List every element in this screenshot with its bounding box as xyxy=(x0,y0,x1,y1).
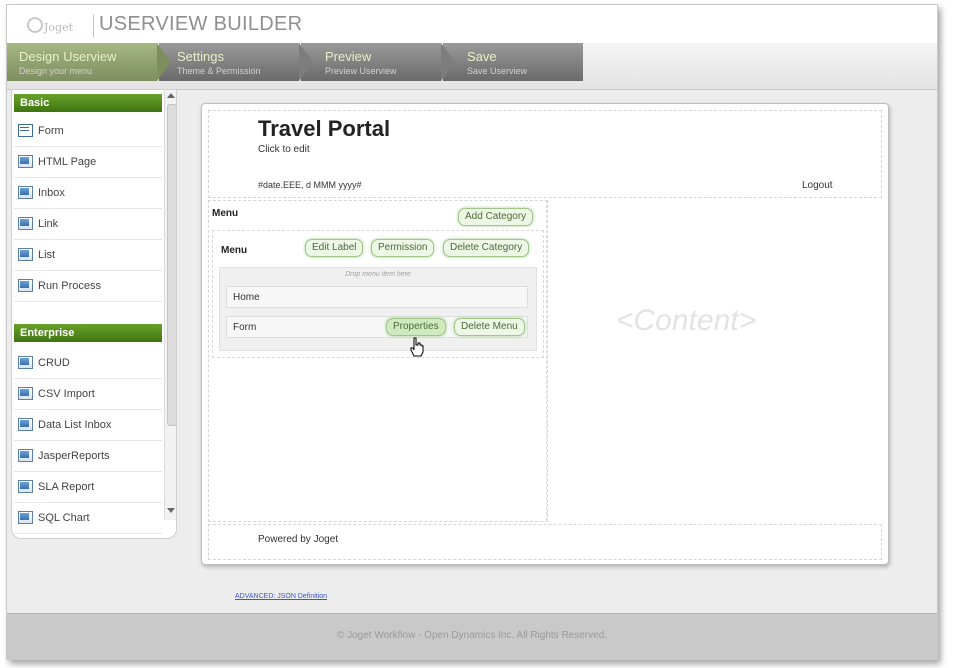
advanced-json-link[interactable]: ADVANCED: JSON Definition xyxy=(235,593,327,600)
page-icon xyxy=(18,155,33,168)
page-icon xyxy=(18,217,33,230)
copyright-text: © Joget Workflow - Open Dynamics Inc. Al… xyxy=(336,630,608,641)
palette-item-label: CSV Import xyxy=(38,388,95,400)
drop-hint: Drop menu item here xyxy=(345,271,411,278)
category-label[interactable]: Menu xyxy=(221,245,247,256)
click-to-edit-hint: Click to edit xyxy=(258,144,310,155)
palette-item-label: Link xyxy=(38,218,59,230)
palette-item-data-list-inbox[interactable]: Data List Inbox xyxy=(14,410,162,441)
step-title: Design Userview xyxy=(19,49,117,64)
palette-category-enterprise: Enterprise xyxy=(14,324,162,342)
palette-item-list[interactable]: List xyxy=(14,240,162,271)
step-subtitle: Preview Userview xyxy=(325,66,397,76)
palette-item-run-process[interactable]: Run Process xyxy=(14,271,162,302)
palette-item-label: Inbox xyxy=(38,187,65,199)
palette-item-csv-import[interactable]: CSV Import xyxy=(14,379,162,410)
step-title: Settings xyxy=(177,49,224,64)
palette-scrollbar[interactable] xyxy=(164,90,176,520)
add-category-button[interactable]: Add Category xyxy=(458,208,534,226)
title-bar: Joget USERVIEW BUILDER xyxy=(7,5,937,43)
scrollbar-thumb[interactable] xyxy=(167,104,176,426)
step-subtitle: Save Userview xyxy=(467,66,528,76)
palette-item-sla-report[interactable]: SLA Report xyxy=(14,472,162,503)
logo-text: Joget xyxy=(44,21,74,34)
palette-item-html-page[interactable]: HTML Page xyxy=(14,147,162,178)
palette-item-label: JasperReports xyxy=(38,450,110,462)
content-divider xyxy=(546,200,548,520)
hand-cursor-icon xyxy=(410,337,424,357)
palette-item-inbox[interactable]: Inbox xyxy=(14,178,162,209)
palette-item-label: Run Process xyxy=(38,280,101,292)
step-arrow-icon xyxy=(157,43,171,81)
step-subtitle: Design your menu xyxy=(19,66,93,76)
menu-drop-zone[interactable]: Drop menu item here Home Form Properties… xyxy=(219,267,537,351)
permission-button[interactable]: Permission xyxy=(371,239,435,257)
delete-category-button[interactable]: Delete Category xyxy=(443,239,530,257)
step-preview[interactable]: Preview Preview Userview xyxy=(301,43,455,81)
palette-item-label: SLA Report xyxy=(38,481,95,493)
menu-heading: Menu xyxy=(212,208,239,219)
step-subtitle: Theme & Permission xyxy=(177,66,261,76)
palette-category-basic: Basic xyxy=(14,94,162,112)
userview-canvas: Travel Portal Click to edit #date.EEE, d… xyxy=(201,103,889,565)
palette-item-link[interactable]: Link xyxy=(14,209,162,240)
palette-item-sql-chart[interactable]: SQL Chart xyxy=(14,503,162,534)
app-title: USERVIEW BUILDER xyxy=(99,13,303,35)
step-settings[interactable]: Settings Theme & Permission xyxy=(159,43,313,81)
palette-item-label: Data List Inbox xyxy=(38,419,112,431)
palette-item-label: HTML Page xyxy=(38,156,97,168)
delete-menu-button[interactable]: Delete Menu xyxy=(454,318,525,336)
scroll-up-icon[interactable] xyxy=(167,93,175,98)
powered-by-text: Powered by Joget xyxy=(258,534,339,545)
wizard-steps: Design Userview Design your menu Setting… xyxy=(7,43,937,90)
page-icon xyxy=(18,279,33,292)
step-arrow-icon xyxy=(441,43,455,81)
palette-item-form[interactable]: Form xyxy=(14,116,162,147)
element-palette: Basic Form HTML Page Inbox Link List Run… xyxy=(11,89,177,539)
step-save[interactable]: Save Save Userview xyxy=(443,43,583,81)
page-icon xyxy=(18,511,33,524)
palette-item-crud[interactable]: CRUD xyxy=(14,348,162,379)
menu-category[interactable]: Menu Edit Label Permission Delete Catego… xyxy=(212,230,544,358)
menu-item-home[interactable]: Home xyxy=(226,286,528,308)
palette-item-jasperreports[interactable]: JasperReports xyxy=(14,441,162,472)
page-icon xyxy=(18,449,33,462)
userview-title[interactable]: Travel Portal xyxy=(258,116,390,142)
title-divider xyxy=(93,15,94,37)
menu-item-label: Form xyxy=(233,322,257,333)
page-icon xyxy=(18,480,33,493)
edit-label-button[interactable]: Edit Label xyxy=(305,239,364,257)
palette-item-label: List xyxy=(38,249,56,261)
step-arrow-icon xyxy=(299,43,313,81)
palette-item-label: Form xyxy=(38,125,64,137)
scroll-down-icon[interactable] xyxy=(167,508,175,513)
logo-icon xyxy=(27,17,43,33)
page-icon xyxy=(18,418,33,431)
joget-logo: Joget xyxy=(27,17,73,34)
logout-link[interactable]: Logout xyxy=(802,180,833,191)
form-icon xyxy=(18,124,33,137)
page-icon xyxy=(18,387,33,400)
step-design-userview[interactable]: Design Userview Design your menu xyxy=(7,43,171,81)
page-icon xyxy=(18,356,33,369)
step-title: Preview xyxy=(325,49,372,64)
properties-button[interactable]: Properties xyxy=(386,318,446,336)
palette-item-label: CRUD xyxy=(38,357,70,369)
builder-window: Joget USERVIEW BUILDER Design Userview D… xyxy=(6,4,938,660)
palette-item-label: SQL Chart xyxy=(38,512,90,524)
page-footer: © Joget Workflow - Open Dynamics Inc. Al… xyxy=(7,613,937,659)
page-icon xyxy=(18,248,33,261)
menu-item-label: Home xyxy=(233,292,260,303)
page-icon xyxy=(18,186,33,199)
step-title: Save xyxy=(467,49,497,64)
content-placeholder: <Content> xyxy=(616,304,757,337)
date-format: #date.EEE, d MMM yyyy# xyxy=(258,180,362,190)
